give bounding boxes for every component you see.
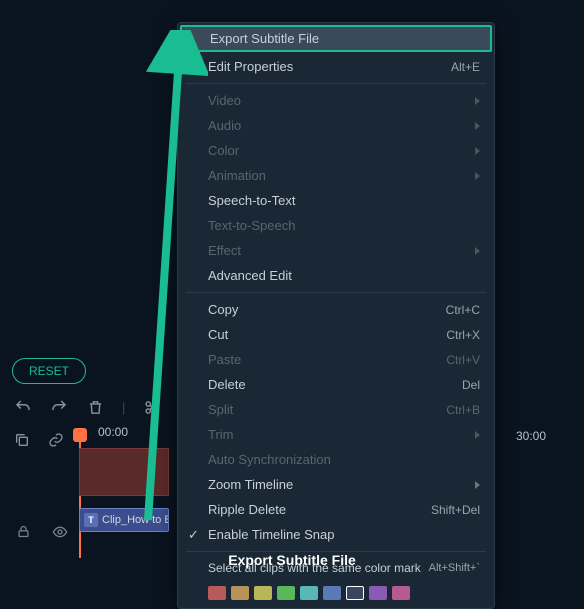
menu-cut[interactable]: CutCtrl+X [178, 322, 494, 347]
context-menu: Export Subtitle File Edit Properties Alt… [177, 22, 495, 609]
chevron-right-icon [475, 481, 480, 489]
menu-separator [186, 292, 486, 293]
chevron-right-icon [475, 431, 480, 439]
ruler-time-start: 00:00 [98, 425, 178, 439]
timeline-toolbar-2 [14, 432, 64, 451]
menu-color: Color [178, 138, 494, 163]
caption-label: Export Subtitle File [0, 552, 584, 568]
menu-separator [186, 83, 486, 84]
link-icon[interactable] [48, 432, 64, 451]
menu-advanced-edit[interactable]: Advanced Edit [178, 263, 494, 288]
chevron-right-icon [475, 147, 480, 155]
text-clip-icon: T [84, 513, 98, 527]
color-swatch[interactable] [277, 586, 295, 600]
menu-auto-sync: Auto Synchronization [178, 447, 494, 472]
menu-ripple-delete[interactable]: Ripple DeleteShift+Del [178, 497, 494, 522]
lock-icon[interactable] [16, 524, 32, 540]
scissors-icon[interactable] [143, 398, 161, 416]
trash-icon[interactable] [86, 398, 104, 416]
menu-edit-properties[interactable]: Edit Properties Alt+E [178, 54, 494, 79]
shortcut-label: Shift+Del [431, 503, 480, 517]
shortcut-label: Del [462, 378, 480, 392]
menu-export-subtitle[interactable]: Export Subtitle File [180, 25, 492, 52]
menu-zoom-timeline[interactable]: Zoom Timeline [178, 472, 494, 497]
copy-icon[interactable] [14, 432, 30, 451]
reset-button[interactable]: RESET [12, 358, 86, 384]
timeline-clip[interactable]: T Clip_How to B [79, 508, 169, 532]
timeline-toolbar: | [14, 398, 197, 416]
shortcut-label: Alt+E [451, 60, 480, 74]
color-swatch[interactable] [392, 586, 410, 600]
color-swatch[interactable] [369, 586, 387, 600]
chevron-right-icon [475, 247, 480, 255]
menu-delete[interactable]: DeleteDel [178, 372, 494, 397]
color-swatch[interactable] [231, 586, 249, 600]
ruler-time-30: 30:00 [516, 429, 546, 443]
clip-label: Clip_How to B [102, 514, 169, 526]
track-controls [16, 524, 68, 540]
color-swatch[interactable] [346, 586, 364, 600]
shortcut-label: Ctrl+C [446, 303, 480, 317]
color-swatch-row [178, 580, 494, 608]
menu-video: Video [178, 88, 494, 113]
menu-paste: PasteCtrl+V [178, 347, 494, 372]
menu-enable-snap[interactable]: ✓ Enable Timeline Snap [178, 522, 494, 547]
shortcut-label: Ctrl+X [446, 328, 480, 342]
chevron-right-icon [475, 122, 480, 130]
chevron-right-icon [475, 97, 480, 105]
timeline-track-video[interactable] [79, 448, 169, 496]
menu-effect: Effect [178, 238, 494, 263]
menu-audio: Audio [178, 113, 494, 138]
menu-split: SplitCtrl+B [178, 397, 494, 422]
color-swatch[interactable] [323, 586, 341, 600]
menu-copy[interactable]: CopyCtrl+C [178, 297, 494, 322]
eye-icon[interactable] [52, 524, 68, 540]
checkmark-icon: ✓ [188, 527, 199, 543]
shortcut-label: Ctrl+B [446, 403, 480, 417]
redo-icon[interactable] [50, 398, 68, 416]
menu-animation: Animation [178, 163, 494, 188]
shortcut-label: Ctrl+V [446, 353, 480, 367]
chevron-right-icon [475, 172, 480, 180]
menu-trim: Trim [178, 422, 494, 447]
menu-speech-to-text[interactable]: Speech-to-Text [178, 188, 494, 213]
undo-icon[interactable] [14, 398, 32, 416]
color-swatch[interactable] [254, 586, 272, 600]
color-swatch[interactable] [300, 586, 318, 600]
menu-text-to-speech: Text-to-Speech [178, 213, 494, 238]
color-swatch[interactable] [208, 586, 226, 600]
